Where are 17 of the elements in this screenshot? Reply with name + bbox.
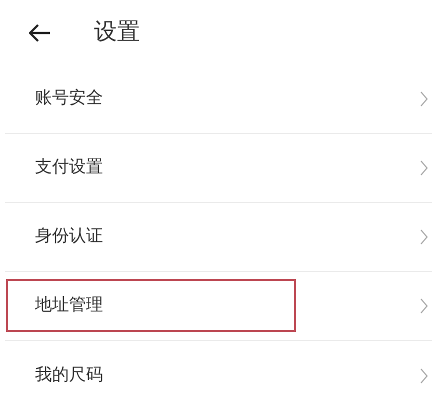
settings-row[interactable]: 身份认证 (5, 203, 432, 272)
settings-item-label[interactable]: 地址管理 (35, 293, 103, 319)
settings-item-label[interactable]: 账号安全 (35, 86, 103, 112)
settings-row[interactable]: 我的尺码 (5, 341, 432, 405)
chevron-right-icon (420, 298, 428, 314)
chevron-right-icon (420, 229, 428, 245)
page-title: 设置 (94, 18, 140, 48)
chevron-right-icon (420, 160, 428, 176)
chevron-right-icon (420, 91, 428, 107)
settings-item-label[interactable]: 身份认证 (35, 224, 103, 250)
back-arrow-icon (29, 24, 51, 42)
settings-item-label[interactable]: 支付设置 (35, 155, 103, 181)
settings-row[interactable]: 账号安全 (5, 65, 432, 134)
chevron-right-icon (420, 368, 428, 384)
settings-row[interactable]: 支付设置 (5, 134, 432, 203)
settings-item-label[interactable]: 我的尺码 (35, 362, 103, 388)
settings-row[interactable]: 地址管理 (5, 272, 432, 341)
